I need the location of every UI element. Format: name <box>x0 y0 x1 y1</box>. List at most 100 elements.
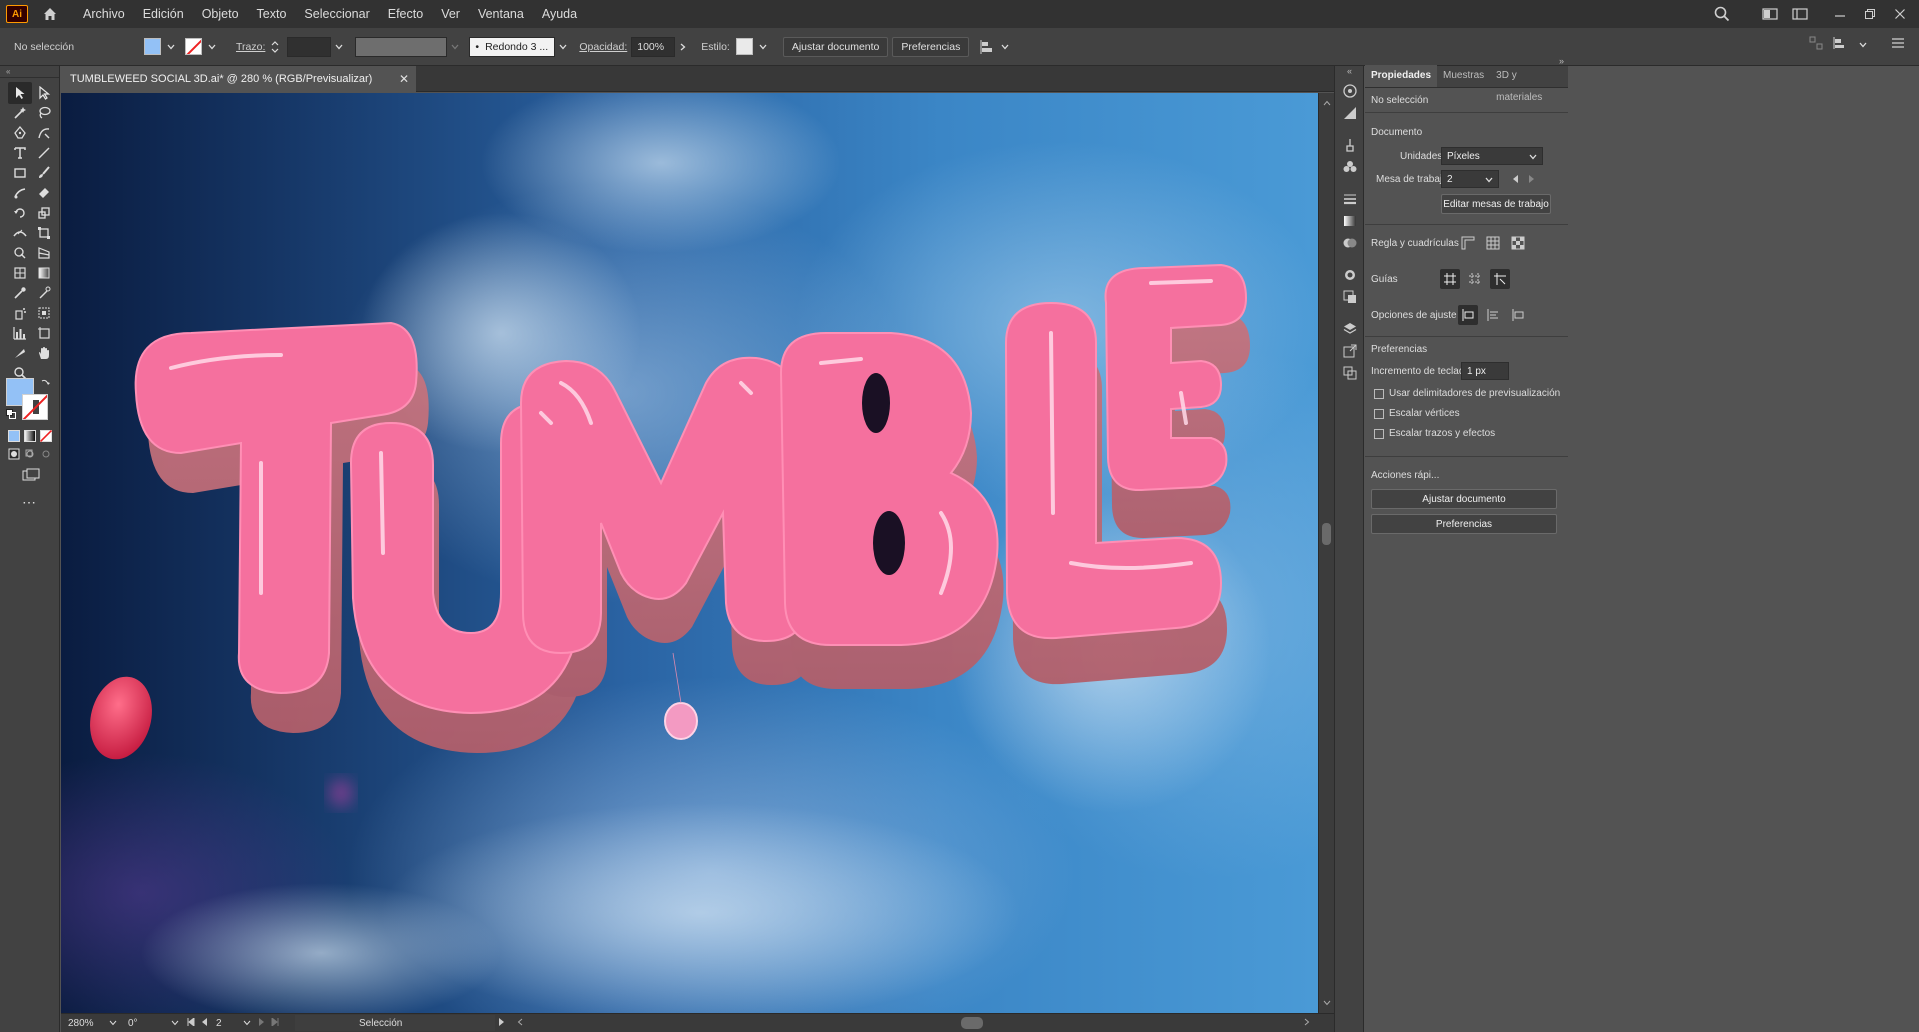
default-colors-icon[interactable] <box>6 409 16 422</box>
artboard-select[interactable]: 2 <box>1441 170 1499 188</box>
workspace-switcher-icon[interactable] <box>1755 0 1785 28</box>
symbol-sprayer-tool-icon[interactable] <box>8 302 32 324</box>
vertical-scrollbar[interactable] <box>1318 93 1334 1013</box>
horizontal-scroll-thumb[interactable] <box>961 1017 983 1029</box>
keyboard-increment-field[interactable]: 1 px <box>1461 362 1509 380</box>
menu-edicion[interactable]: Edición <box>134 0 193 28</box>
more-tools-icon[interactable]: ⋯ <box>22 494 37 511</box>
gradient-tool-icon[interactable] <box>32 262 56 284</box>
snap-to-point-icon[interactable] <box>1458 305 1478 325</box>
units-select[interactable]: Píxeles <box>1441 147 1543 165</box>
artboard-field[interactable]: 2 <box>213 1015 243 1031</box>
asset-export-icon[interactable] <box>1340 342 1360 360</box>
swap-colors-icon[interactable] <box>40 378 50 391</box>
scale-tool-icon[interactable] <box>32 202 56 224</box>
layers-icon[interactable] <box>1340 320 1360 338</box>
graphic-style-swatch[interactable] <box>735 38 753 55</box>
shaper-tool-icon[interactable] <box>8 182 32 204</box>
lock-guides-icon[interactable] <box>1465 269 1485 289</box>
zoom-field[interactable]: 280% <box>65 1015 109 1031</box>
draw-inside-icon[interactable] <box>40 448 52 463</box>
canvas[interactable] <box>61 93 1318 1013</box>
chevron-down-icon[interactable] <box>999 41 1011 53</box>
snap-to-pixel-icon[interactable] <box>1483 305 1503 325</box>
minimize-icon[interactable] <box>1825 0 1855 28</box>
tool-name-field[interactable]: Selección <box>295 1015 495 1031</box>
chevron-down-icon[interactable] <box>206 41 218 53</box>
screen-mode-icon[interactable] <box>22 468 40 485</box>
menu-texto[interactable]: Texto <box>248 0 296 28</box>
slice-tool-icon[interactable] <box>8 342 32 364</box>
variable-width-profile[interactable] <box>355 36 448 57</box>
chevron-down-icon[interactable] <box>165 41 177 53</box>
width-tool-icon[interactable] <box>8 222 32 244</box>
gradient-panel-icon[interactable] <box>1340 212 1360 230</box>
chevron-right-icon[interactable] <box>677 41 689 53</box>
menu-archivo[interactable]: Archivo <box>74 0 134 28</box>
last-artboard-icon[interactable] <box>271 1016 279 1029</box>
stroke-color-box[interactable] <box>22 394 48 420</box>
type-tool-icon[interactable] <box>8 142 32 164</box>
lasso-tool-icon[interactable] <box>32 102 56 124</box>
chevron-down-icon[interactable] <box>333 41 345 53</box>
brush-definition-field[interactable]: • Redondo 3 ... <box>469 36 556 57</box>
rulers-icon[interactable] <box>1458 233 1478 253</box>
preferences-button[interactable]: Preferencias <box>892 36 970 57</box>
draw-normal-icon[interactable] <box>8 448 20 463</box>
paintbrush-tool-icon[interactable] <box>32 162 56 184</box>
chevron-right-icon[interactable] <box>499 1017 505 1029</box>
vertical-scroll-thumb[interactable] <box>1322 523 1331 545</box>
opacity-field[interactable]: 100% <box>631 36 676 57</box>
next-artboard-icon[interactable] <box>259 1017 265 1029</box>
artboards-icon[interactable] <box>1340 364 1360 382</box>
gradient-mode-icon[interactable] <box>24 430 36 445</box>
none-mode-icon[interactable] <box>39 429 53 445</box>
symbols-icon[interactable] <box>1340 158 1360 176</box>
chevron-down-icon[interactable] <box>171 1018 179 1029</box>
edit-artboards-button[interactable]: Editar mesas de trabajo <box>1441 194 1551 214</box>
stroke-panel-icon[interactable] <box>1340 190 1360 208</box>
menu-lines-icon[interactable] <box>1891 37 1905 52</box>
scroll-right-icon[interactable] <box>1304 1018 1310 1029</box>
quick-fit-document-button[interactable]: Ajustar documento <box>1371 489 1557 509</box>
curvature-tool-icon[interactable] <box>32 122 56 144</box>
chevron-down-icon[interactable] <box>449 41 461 53</box>
draw-behind-icon[interactable] <box>24 448 36 463</box>
chevron-down-icon[interactable] <box>109 1018 117 1029</box>
snap-options-icon[interactable] <box>1833 36 1849 53</box>
rectangle-tool-icon[interactable] <box>8 162 32 184</box>
column-graph-tool-icon[interactable] <box>8 322 32 344</box>
shape-builder-tool-icon[interactable] <box>8 242 32 264</box>
color-guide-icon[interactable] <box>1340 82 1360 100</box>
live-paint-tool-icon[interactable] <box>32 302 56 324</box>
arrange-documents-icon[interactable] <box>1785 0 1815 28</box>
chevron-down-icon[interactable] <box>757 41 769 53</box>
menu-ventana[interactable]: Ventana <box>469 0 533 28</box>
restore-icon[interactable] <box>1855 0 1885 28</box>
color-panel-icon[interactable] <box>1340 104 1360 122</box>
selection-tool-icon[interactable] <box>8 82 32 104</box>
preview-bounds-checkbox[interactable]: Usar delimitadores de previsualización <box>1374 388 1560 399</box>
hand-tool-icon[interactable] <box>32 342 56 364</box>
tab-3d-materiales[interactable]: 3D y materiales <box>1490 65 1568 103</box>
pen-tool-icon[interactable] <box>8 122 32 144</box>
scale-strokes-checkbox[interactable]: Escalar trazos y efectos <box>1374 428 1495 439</box>
direct-selection-tool-icon[interactable] <box>32 82 56 104</box>
fit-document-button[interactable]: Ajustar documento <box>782 36 889 57</box>
align-icon[interactable] <box>979 39 997 54</box>
collapse-tools-icon[interactable]: « <box>0 66 59 78</box>
scroll-left-icon[interactable] <box>517 1018 523 1029</box>
first-artboard-icon[interactable] <box>187 1016 195 1029</box>
tab-muestras[interactable]: Muestras <box>1437 65 1490 87</box>
chevron-down-icon[interactable] <box>1859 39 1867 51</box>
color-mode-icon[interactable] <box>8 430 20 445</box>
menu-ayuda[interactable]: Ayuda <box>533 0 586 28</box>
tab-propiedades[interactable]: Propiedades <box>1365 65 1438 87</box>
graphic-styles-icon[interactable] <box>1340 288 1360 306</box>
stroke-weight-stepper[interactable] <box>269 37 281 57</box>
menu-ver[interactable]: Ver <box>432 0 469 28</box>
line-tool-icon[interactable] <box>32 142 56 164</box>
home-icon[interactable] <box>36 0 64 28</box>
show-guides-icon[interactable] <box>1440 269 1460 289</box>
chevron-down-icon[interactable] <box>557 41 569 53</box>
